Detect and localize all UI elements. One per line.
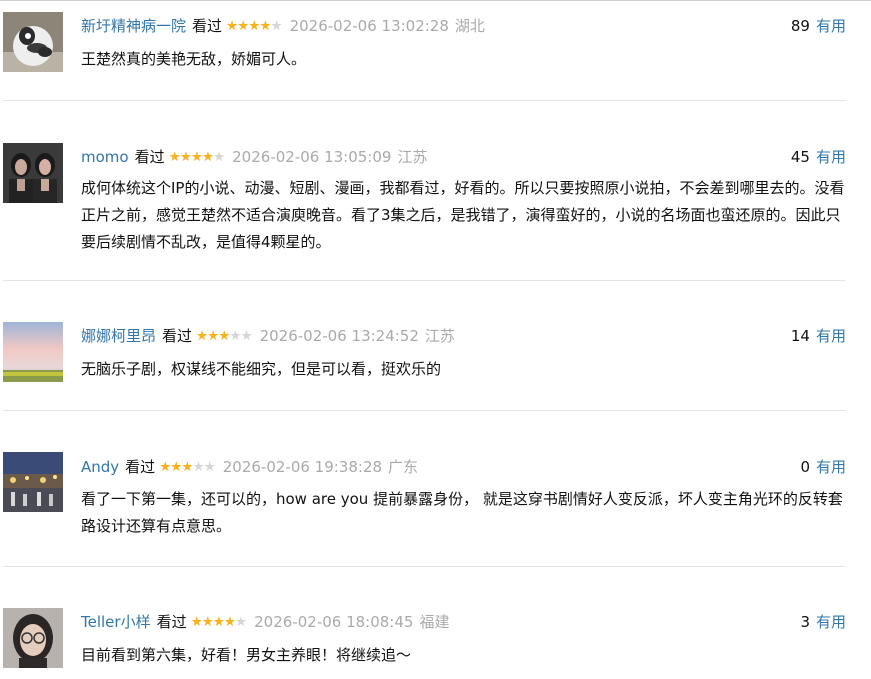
star-filled-icon: ★: [237, 18, 249, 34]
username-link[interactable]: Andy: [81, 457, 119, 477]
star-filled-icon: ★: [170, 459, 182, 475]
useful-button[interactable]: 有用: [816, 458, 846, 476]
comment-time: 2026-02-06 19:38:28: [222, 458, 383, 476]
vote-area: 14 有用: [791, 326, 846, 346]
rating-stars: ★ ★ ★ ★ ★: [190, 612, 248, 632]
star-filled-icon: ★: [201, 614, 214, 630]
useful-button[interactable]: 有用: [816, 148, 846, 166]
divider: [3, 566, 846, 567]
star-empty-icon: ★: [235, 614, 247, 630]
star-empty-icon: ★: [192, 459, 205, 475]
comment-text: 目前看到第六集，好看！男女主养眼！将继续追～: [81, 646, 412, 664]
vote-area: 0 有用: [800, 457, 846, 477]
comment-meta: Teller小样 看过 ★ ★ ★ ★ ★ 2026-02-06 18:08:45 福建: [81, 612, 449, 632]
username-link[interactable]: 新圩精神病一院: [81, 16, 186, 36]
comment-location: 广东: [388, 458, 419, 476]
divider: [3, 100, 846, 101]
star-filled-icon: ★: [181, 459, 193, 475]
star-filled-icon: ★: [226, 18, 238, 34]
avatar[interactable]: [3, 608, 63, 668]
star-empty-icon: ★: [270, 18, 282, 34]
comment-text: 王楚然真的美艳无敌，娇媚可人。: [81, 50, 307, 68]
rating-stars: ★ ★ ★ ★ ★: [226, 16, 283, 36]
avatar[interactable]: [3, 322, 63, 382]
comment-location: 江苏: [397, 148, 428, 166]
comment-time: 2026-02-06 18:08:45: [254, 613, 414, 631]
star-filled-icon: ★: [223, 614, 236, 630]
vote-area: 89 有用: [791, 16, 846, 36]
star-filled-icon: ★: [259, 18, 271, 34]
star-filled-icon: ★: [212, 614, 225, 630]
vote-count: 89: [790, 17, 810, 35]
star-filled-icon: ★: [190, 614, 203, 630]
useful-button[interactable]: 有用: [816, 17, 846, 35]
username-link[interactable]: 娜娜柯里昂: [81, 326, 156, 346]
star-empty-icon: ★: [240, 328, 252, 344]
star-filled-icon: ★: [179, 149, 192, 165]
comment-meta: Andy 看过 ★ ★ ★ ★ ★ 2026-02-06 19:38:28 广东: [81, 457, 418, 477]
username-link[interactable]: momo: [81, 147, 129, 167]
watch-status: 看过: [162, 327, 193, 345]
star-filled-icon: ★: [218, 328, 230, 344]
vote-area: 45 有用: [791, 147, 846, 167]
vote-count: 0: [800, 458, 810, 476]
rating-stars: ★ ★ ★ ★ ★: [196, 326, 253, 346]
star-filled-icon: ★: [159, 459, 171, 475]
vote-count: 14: [790, 327, 810, 345]
useful-button[interactable]: 有用: [816, 327, 846, 345]
comment-time: 2026-02-06 13:05:09: [232, 148, 392, 166]
top-border: [0, 0, 871, 1]
vote-area: 3 有用: [800, 612, 846, 632]
comment-location: 江苏: [424, 327, 455, 345]
comment-text: 看了一下第一集，还可以的，how are you 提前暴露身份， 就是这穿书剧情…: [81, 490, 843, 535]
star-filled-icon: ★: [196, 328, 208, 344]
divider: [3, 280, 846, 281]
star-filled-icon: ★: [248, 18, 260, 34]
comment-meta: momo 看过 ★ ★ ★ ★ ★ 2026-02-06 13:05:09 江苏: [81, 147, 427, 167]
star-filled-icon: ★: [168, 149, 181, 165]
avatar[interactable]: [3, 143, 63, 203]
username-link[interactable]: Teller小样: [81, 612, 151, 632]
comment-location: 湖北: [454, 17, 485, 35]
comment-meta: 娜娜柯里昂 看过 ★ ★ ★ ★ ★ 2026-02-06 13:24:52 江苏: [81, 326, 455, 346]
star-empty-icon: ★: [203, 459, 216, 475]
comment-text: 无脑乐子剧，权谋线不能细究，但是可以看，挺欢乐的: [81, 360, 442, 378]
comment-location: 福建: [419, 613, 450, 631]
star-empty-icon: ★: [229, 328, 241, 344]
comment-text: 成何体统这个IP的小说、动漫、短剧、漫画，我都看过，好看的。所以只要按照原小说拍…: [81, 179, 845, 251]
watch-status: 看过: [125, 458, 156, 476]
star-filled-icon: ★: [190, 149, 203, 165]
vote-count: 3: [800, 613, 810, 631]
star-filled-icon: ★: [201, 149, 214, 165]
useful-button[interactable]: 有用: [816, 613, 846, 631]
avatar[interactable]: [3, 452, 63, 512]
comment-time: 2026-02-06 13:24:52: [259, 327, 419, 345]
star-empty-icon: ★: [213, 149, 225, 165]
avatar[interactable]: [3, 12, 63, 72]
watch-status: 看过: [156, 613, 187, 631]
watch-status: 看过: [134, 148, 165, 166]
divider: [3, 410, 846, 411]
comment-meta: 新圩精神病一院 看过 ★ ★ ★ ★ ★ 2026-02-06 13:02:28 湖北: [81, 16, 485, 36]
rating-stars: ★ ★ ★ ★ ★: [159, 457, 216, 477]
star-filled-icon: ★: [207, 328, 219, 344]
rating-stars: ★ ★ ★ ★ ★: [168, 147, 226, 167]
watch-status: 看过: [192, 17, 223, 35]
vote-count: 45: [790, 148, 810, 166]
comment-time: 2026-02-06 13:02:28: [289, 17, 449, 35]
